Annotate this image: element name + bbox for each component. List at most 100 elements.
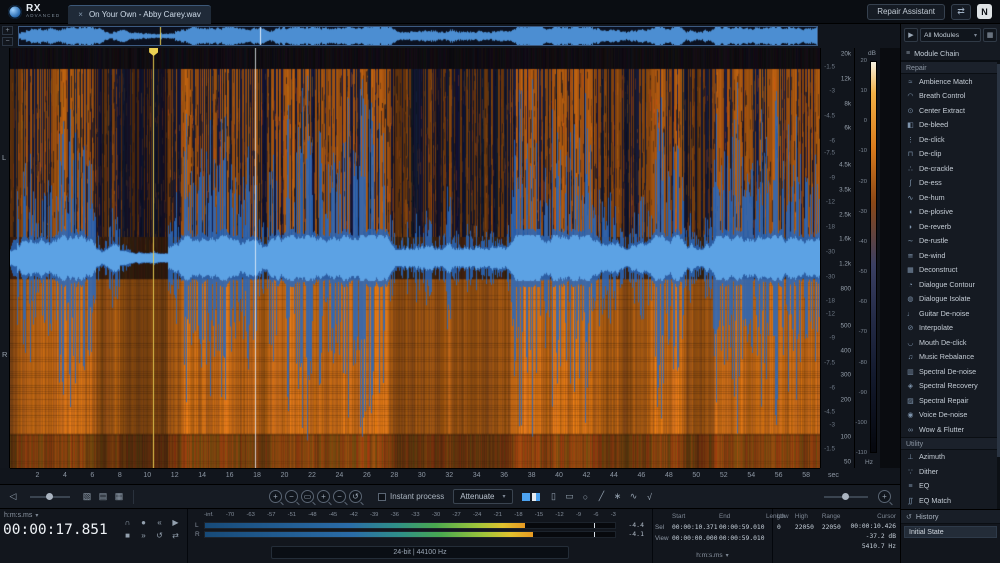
module-item-de-clip[interactable]: ⊓De-clip <box>901 147 1000 162</box>
instant-process-checkbox[interactable] <box>378 493 386 501</box>
module-item-breath-control[interactable]: ◠Breath Control <box>901 89 1000 104</box>
sel-end-value[interactable]: 00:00:59.010 <box>719 524 766 531</box>
time-tick-label: 56 <box>775 472 783 479</box>
zoom-out-freq-icon[interactable]: − <box>333 490 346 503</box>
module-item-de-ess[interactable]: ∫De-ess <box>901 176 1000 191</box>
module-item-voice-de-noise[interactable]: ◉Voice De-noise <box>901 408 1000 423</box>
music-rebalance-icon: ♫ <box>906 352 915 361</box>
module-item-music-rebalance[interactable]: ♫Music Rebalance <box>901 350 1000 365</box>
overview-zoom-out-icon[interactable]: − <box>2 37 13 46</box>
module-item-wow-flutter[interactable]: ∞Wow & Flutter <box>901 422 1000 437</box>
module-item-spectral-recovery[interactable]: ◈Spectral Recovery <box>901 379 1000 394</box>
view-end-value[interactable]: 00:00:59.010 <box>719 535 766 542</box>
zoom-out-time-icon[interactable]: − <box>285 490 298 503</box>
legend-tick-label: 0 <box>864 118 867 124</box>
sel-start-value[interactable]: 00:00:10.371 <box>672 524 719 531</box>
lasso-tool-icon[interactable]: ○ <box>579 490 593 504</box>
module-item-mouth-de-click[interactable]: ◡Mouth De-click <box>901 335 1000 350</box>
spectrogram-color-swatch[interactable] <box>532 493 540 501</box>
module-item-deconstruct[interactable]: ▦Deconstruct <box>901 263 1000 278</box>
time-format-dropdown[interactable]: h:m:s.ms ▾ <box>4 512 38 519</box>
module-item-eq[interactable]: ≡EQ <box>901 479 1000 494</box>
view-start-value[interactable]: 00:00:00.000 <box>672 535 719 542</box>
freq-range-value[interactable]: 22050 <box>822 524 851 531</box>
instant-process-toggle[interactable]: Instant process <box>378 492 444 501</box>
repair-assistant-button[interactable]: Repair Assistant <box>867 4 945 20</box>
module-item-dither[interactable]: ∵Dither <box>901 464 1000 479</box>
module-item-guitar-de-noise[interactable]: ♩Guitar De-noise <box>901 306 1000 321</box>
record-icon[interactable]: ● <box>139 518 148 527</box>
stop-icon[interactable]: ■ <box>123 531 132 540</box>
spectrogram-display[interactable] <box>10 48 820 468</box>
freq-high-value[interactable]: 22050 <box>795 524 822 531</box>
skip-start-icon[interactable]: « <box>155 518 164 527</box>
zoom-in-time-icon[interactable]: + <box>269 490 282 503</box>
module-item-de-bleed[interactable]: ◧De-bleed <box>901 118 1000 133</box>
monitor-volume-slider[interactable] <box>30 496 70 498</box>
process-mode-dropdown[interactable]: Attenuate ▾ <box>453 489 512 504</box>
module-item-label: De-ess <box>919 178 942 187</box>
module-item-azimuth[interactable]: ⊥Azimuth <box>901 450 1000 465</box>
module-item-de-click[interactable]: ⋮De-click <box>901 132 1000 147</box>
module-item-dialogue-isolate[interactable]: ◍Dialogue Isolate <box>901 292 1000 307</box>
module-item-spectral-de-noise[interactable]: ▥Spectral De-noise <box>901 364 1000 379</box>
spectrogram-view-icon[interactable]: ▤ <box>96 490 110 504</box>
overview-strip[interactable] <box>18 26 818 46</box>
time-freq-selection-tool-icon[interactable]: ▭ <box>563 490 577 504</box>
module-item-eq-match[interactable]: ∬EQ Match <box>901 493 1000 508</box>
follow-playhead-icon[interactable]: ⇄ <box>171 531 180 540</box>
module-preview-icon[interactable]: ▶ <box>904 28 918 42</box>
spectrogram-canvas[interactable] <box>10 48 820 468</box>
module-item-de-rustle[interactable]: ∼De-rustle <box>901 234 1000 249</box>
module-item-de-reverb[interactable]: ◗De-reverb <box>901 219 1000 234</box>
module-item-ambience-match[interactable]: ≈Ambience Match <box>901 74 1000 89</box>
fade-tool-icon[interactable]: √ <box>643 490 657 504</box>
module-item-center-extract[interactable]: ⊙Center Extract <box>901 103 1000 118</box>
module-item-spectral-repair[interactable]: ▨Spectral Repair <box>901 393 1000 408</box>
ruler-label: 500 <box>840 322 851 329</box>
magnifier-icon[interactable]: + <box>878 490 891 503</box>
draw-curve-tool-icon[interactable]: ∿ <box>627 490 641 504</box>
selection-time-format-dropdown[interactable]: h:m:s.ms ▾ <box>696 552 728 559</box>
skip-end-icon[interactable]: » <box>139 531 148 540</box>
zoom-slider[interactable] <box>824 496 868 498</box>
overview-zoom-in-icon[interactable]: + <box>2 26 13 35</box>
modules-filter-value: All Modules <box>924 32 959 39</box>
module-item-interpolate[interactable]: ⊘Interpolate <box>901 321 1000 336</box>
time-format-value: h:m:s.ms <box>4 512 32 519</box>
play-icon[interactable]: ▶ <box>171 518 180 527</box>
history-item[interactable]: Initial State <box>904 526 997 538</box>
loop-icon[interactable]: ↺ <box>155 531 164 540</box>
zoom-slider-knob[interactable] <box>842 493 849 500</box>
zoom-selection-time-icon[interactable]: ▭ <box>301 490 314 503</box>
module-item-de-crackle[interactable]: ∴De-crackle <box>901 161 1000 176</box>
monitor-volume-knob[interactable] <box>46 493 53 500</box>
legend-tick-label: -70 <box>859 329 867 335</box>
time-ruler[interactable]: sec 246810121416182022242628303234363840… <box>10 468 820 484</box>
magic-wand-tool-icon[interactable]: ∗ <box>611 490 625 504</box>
time-selection-tool-icon[interactable]: ▯ <box>547 490 561 504</box>
module-item-de-plosive[interactable]: ◖De-plosive <box>901 205 1000 220</box>
freq-low-value[interactable]: 0 <box>777 524 795 531</box>
output-monitor-icon[interactable]: ◁ <box>6 490 20 504</box>
file-tab[interactable]: × On Your Own - Abby Carey.wav <box>68 5 211 24</box>
headphones-icon[interactable]: ∩ <box>123 518 132 527</box>
spectrogram-blend-icon[interactable]: ▧ <box>80 490 94 504</box>
brush-tool-icon[interactable]: ╱ <box>595 490 609 504</box>
zoom-in-freq-icon[interactable]: + <box>317 490 330 503</box>
tab-close-icon[interactable]: × <box>78 10 83 19</box>
module-item-de-wind[interactable]: ≅De-wind <box>901 248 1000 263</box>
legend-tick-label: -60 <box>859 299 867 305</box>
waveform-color-swatch[interactable] <box>522 493 530 501</box>
time-tick-label: 44 <box>610 472 618 479</box>
panel-grid-icon[interactable]: ▦ <box>983 28 997 42</box>
module-item-de-hum[interactable]: ∿De-hum <box>901 190 1000 205</box>
zoom-reset-icon[interactable]: ↺ <box>349 490 362 503</box>
module-item-dialogue-contour[interactable]: ◔Dialogue Contour <box>901 277 1000 292</box>
module-chain-button[interactable]: ≡ Module Chain <box>901 46 1000 61</box>
modules-filter-dropdown[interactable]: All Modules ▾ <box>920 28 981 42</box>
compare-settings-icon[interactable]: ⇄ <box>951 4 971 20</box>
overview-canvas[interactable] <box>19 27 817 45</box>
waveform-view-icon[interactable]: ▦ <box>112 490 126 504</box>
ruler-label: 100 <box>840 434 851 441</box>
